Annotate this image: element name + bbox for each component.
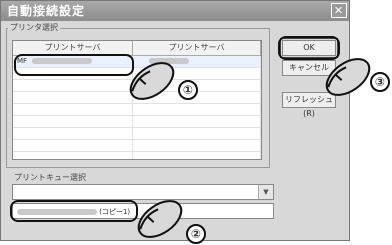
list-item[interactable] bbox=[13, 116, 261, 128]
list-item[interactable] bbox=[13, 128, 261, 140]
mouse-icon bbox=[137, 200, 183, 238]
list-item[interactable] bbox=[13, 152, 261, 159]
mouse-icon bbox=[129, 62, 175, 100]
mouse-icon bbox=[325, 58, 371, 96]
highlight-queue-item bbox=[10, 200, 138, 222]
printer-select-label: プリンタ選択 bbox=[8, 22, 60, 33]
highlight-printer-row bbox=[14, 54, 134, 76]
list-item[interactable] bbox=[13, 140, 261, 152]
column-header-2[interactable]: プリントサーバ bbox=[133, 41, 261, 55]
callout-number-3: ③ bbox=[370, 72, 390, 92]
chevron-down-icon[interactable]: ▼ bbox=[258, 185, 273, 199]
callout-number-1: ① bbox=[178, 80, 198, 100]
column-header-1[interactable]: プリントサーバ bbox=[13, 41, 133, 55]
close-button[interactable]: ✕ bbox=[331, 3, 347, 18]
print-queue-label: プリントキュー選択 bbox=[14, 173, 86, 182]
callout-number-2: ② bbox=[186, 224, 206, 244]
title-bar: 自動接続設定 ✕ bbox=[1, 1, 349, 21]
window-title: 自動接続設定 bbox=[7, 4, 86, 18]
list-item[interactable] bbox=[13, 104, 261, 116]
